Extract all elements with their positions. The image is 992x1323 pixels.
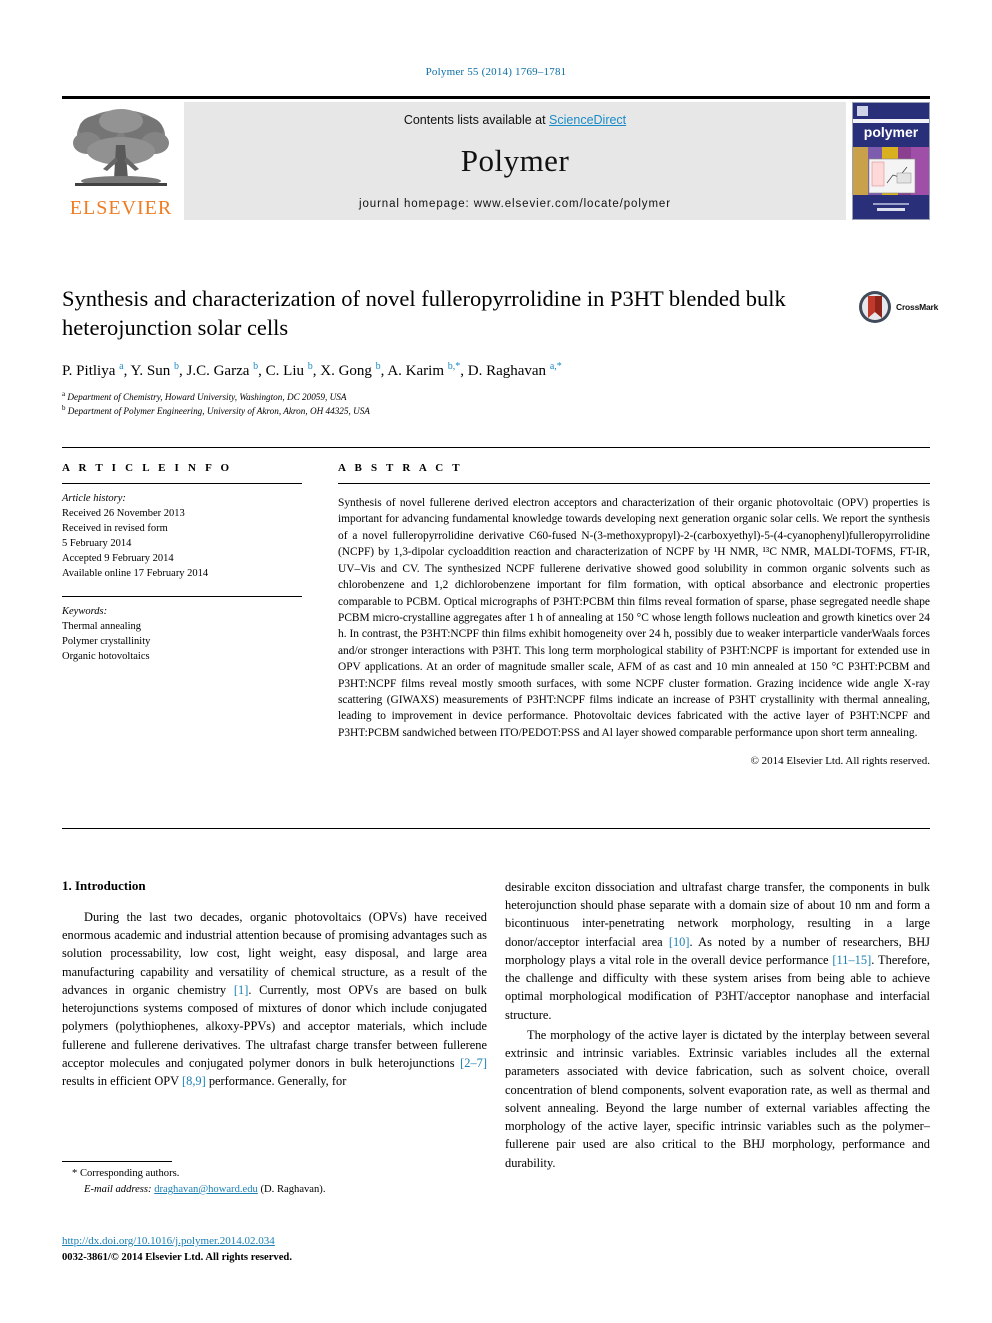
crossmark-badge[interactable]: CrossMark xyxy=(858,287,946,327)
history-item: Accepted 9 February 2014 xyxy=(62,552,174,564)
page-title: Synthesis and characterization of novel … xyxy=(62,286,786,340)
title-block: Synthesis and characterization of novel … xyxy=(62,285,852,418)
citation-ref-11-15[interactable]: [11–15] xyxy=(832,953,871,967)
crossmark-icon xyxy=(859,291,891,323)
affiliation-marker-a: a xyxy=(62,390,66,399)
article-history-group: Article history: Received 26 November 20… xyxy=(62,492,302,581)
intro-paragraph-2: The morphology of the active layer is di… xyxy=(505,1027,930,1170)
intro-paragraph-1: During the last two decades, organic pho… xyxy=(62,908,487,1090)
cover-artwork-icon: polymer xyxy=(853,103,929,219)
history-item: Received 26 November 2013 xyxy=(62,507,185,519)
article-history-label: Article history: xyxy=(62,493,126,504)
history-item: Received in revised form xyxy=(62,522,168,534)
affiliation-a-text: Department of Chemistry, Howard Universi… xyxy=(67,392,347,403)
keywords-divider xyxy=(62,596,302,598)
affiliation-a: a Department of Chemistry, Howard Univer… xyxy=(62,390,852,404)
citation-ref-1[interactable]: [1] xyxy=(234,983,248,997)
history-item: 5 February 2014 xyxy=(62,537,132,549)
email-label: E-mail address: xyxy=(84,1183,152,1195)
citation-ref-10[interactable]: [10] xyxy=(669,935,690,949)
footnote-rule xyxy=(62,1161,172,1162)
email-link[interactable]: draghavan@howard.edu xyxy=(154,1184,258,1195)
intro-text-c: results in efficient OPV xyxy=(62,1074,182,1089)
article-info-rule xyxy=(62,483,302,484)
citation-ref-2-7[interactable]: [2–7] xyxy=(460,1056,487,1070)
corresponding-authors-note: * Corresponding authors. xyxy=(72,1168,180,1179)
article-info-heading: A R T I C L E I N F O xyxy=(62,462,233,474)
footnote-block: * Corresponding authors. E-mail address:… xyxy=(62,1166,487,1198)
journal-homepage-line[interactable]: journal homepage: www.elsevier.com/locat… xyxy=(184,198,846,210)
contents-available-line: Contents lists available at ScienceDirec… xyxy=(184,102,846,127)
citation-ref-8-9[interactable]: [8,9] xyxy=(182,1074,206,1088)
affiliation-marker-b: b xyxy=(62,404,66,413)
email-note: E-mail address: draghavan@howard.edu (D.… xyxy=(62,1182,487,1198)
running-head: Polymer 55 (2014) 1769–1781 xyxy=(425,66,567,78)
affiliation-b: b Department of Polymer Engineering, Uni… xyxy=(62,404,852,418)
email-suffix: (D. Raghavan). xyxy=(257,1183,326,1195)
article-info-column: A R T I C L E I N F O Article history: R… xyxy=(62,462,302,665)
issn-copyright-line: 0032-3861/© 2014 Elsevier Ltd. All right… xyxy=(62,1251,292,1263)
doi-block: http://dx.doi.org/10.1016/j.polymer.2014… xyxy=(62,1234,487,1265)
abstract-heading: A B S T R A C T xyxy=(338,462,463,474)
crossmark-label: CrossMark xyxy=(896,302,939,312)
contents-prefix: Contents lists available at xyxy=(403,113,550,127)
paper-page: Polymer 55 (2014) 1769–1781 ELSEVIER Con… xyxy=(0,0,992,1323)
body-column-right: desirable exciton dissociation and ultra… xyxy=(505,878,930,1174)
journal-masthead: ELSEVIER Contents lists available at Sci… xyxy=(62,96,930,220)
doi-link[interactable]: http://dx.doi.org/10.1016/j.polymer.2014… xyxy=(62,1235,275,1247)
journal-cover-thumbnail: polymer xyxy=(852,102,930,220)
abstract-bottom-rule xyxy=(62,828,930,829)
abstract-column: A B S T R A C T Synthesis of novel fulle… xyxy=(338,462,930,767)
elsevier-wordmark: ELSEVIER xyxy=(69,197,173,219)
sciencedirect-link[interactable]: ScienceDirect xyxy=(549,113,626,127)
svg-text:polymer: polymer xyxy=(864,124,919,140)
elsevier-logo: ELSEVIER xyxy=(62,102,180,220)
keyword-item: Polymer crystallinity xyxy=(62,636,151,648)
affiliation-list: a Department of Chemistry, Howard Univer… xyxy=(62,390,852,418)
elsevier-tree-icon xyxy=(73,109,169,186)
intro-text-d: performance. Generally, for xyxy=(205,1074,347,1089)
keywords-group: Keywords: Thermal annealing Polymer crys… xyxy=(62,605,302,665)
journal-title: Polymer xyxy=(460,143,570,178)
affiliation-b-text: Department of Polymer Engineering, Unive… xyxy=(67,406,370,417)
body-column-left: 1. Introduction During the last two deca… xyxy=(62,878,487,1092)
abstract-rule xyxy=(338,483,930,484)
abstract-copyright: © 2014 Elsevier Ltd. All rights reserved… xyxy=(750,755,930,768)
keywords-label: Keywords: xyxy=(62,606,108,618)
history-item: Available online 17 February 2014 xyxy=(62,567,209,579)
contents-band: Contents lists available at ScienceDirec… xyxy=(184,102,846,220)
keyword-item: Organic hotovoltaics xyxy=(62,651,150,663)
section-title-introduction: 1. Introduction xyxy=(62,878,146,893)
info-top-rule xyxy=(62,447,930,448)
keyword-item: Thermal annealing xyxy=(62,621,142,633)
intro-paragraph-1-continued: desirable exciton dissociation and ultra… xyxy=(505,878,930,1024)
abstract-text: Synthesis of novel fullerene derived ele… xyxy=(338,497,930,739)
masthead-top-rule xyxy=(62,96,930,99)
author-list: P. Pitliya a, Y. Sun b, J.C. Garza b, C.… xyxy=(62,360,562,379)
